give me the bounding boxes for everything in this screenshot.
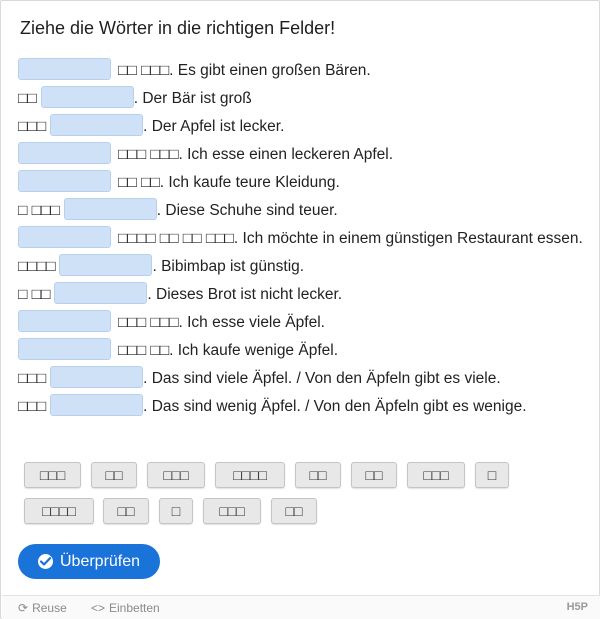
drop-zone[interactable] (50, 394, 144, 416)
sentence-text: . Dieses Brot ist nicht lecker. (147, 286, 343, 303)
h5p-logo[interactable]: H5P (567, 601, 588, 613)
draggable-word[interactable]: □□□ (203, 498, 261, 524)
sentence-text: □□□ □□. Ich kaufe wenige Äpfel. (118, 342, 338, 359)
sentence-prefix: □ □□□ (18, 202, 60, 219)
sentence-prefix: □□□ (18, 118, 47, 135)
draggable-word[interactable]: □□□ (407, 462, 465, 488)
sentence-prefix: □□□□ (18, 258, 56, 275)
sentence-text: □□ □□□. Es gibt einen großen Bären. (118, 62, 371, 79)
sentence-prefix: □□□ (18, 370, 47, 387)
sentence-3: □□□ . Der Apfel ist lecker. (18, 113, 584, 141)
draggable-word[interactable]: □□ (351, 462, 397, 488)
sentence-10: □□□ □□□. Ich esse viele Äpfel. (18, 309, 584, 337)
sentence-12: □□□ . Das sind viele Äpfel. / Von den Äpf… (18, 365, 584, 393)
drop-zone[interactable] (18, 170, 111, 192)
drop-zone[interactable] (18, 142, 111, 164)
drop-zone[interactable] (40, 86, 134, 108)
check-button[interactable]: Überprüfen (18, 544, 160, 579)
sentence-9: □ □□ . Dieses Brot ist nicht lecker. (18, 281, 584, 309)
reuse-label: Reuse (32, 601, 67, 615)
code-icon: <> (91, 601, 106, 615)
drop-zone[interactable] (63, 198, 157, 220)
drop-zone[interactable] (59, 254, 153, 276)
draggable-word[interactable]: □ (475, 462, 509, 488)
sentence-8: □□□□ . Bibimbap ist günstig. (18, 253, 584, 281)
drop-zone[interactable] (18, 226, 111, 248)
sentence-text: . Bibimbap ist günstig. (152, 258, 305, 275)
drop-zone[interactable] (18, 58, 111, 80)
draggable-word[interactable]: □□ (271, 498, 317, 524)
task-title: Ziehe die Wörter in die richtigen Felder… (20, 18, 336, 38)
draggable-word[interactable]: □□ (103, 498, 149, 524)
sentence-11: □□□ □□. Ich kaufe wenige Äpfel. (18, 337, 584, 365)
draggable-word[interactable]: □□□ (24, 462, 81, 488)
draggable-word[interactable]: □□□□ (24, 498, 94, 524)
embed-label: Einbetten (109, 601, 160, 615)
draggable-word[interactable]: □□□□ (215, 462, 285, 488)
draggable-word[interactable]: □□ (91, 462, 137, 488)
drop-zone[interactable] (18, 338, 111, 360)
check-button-label: Überprüfen (60, 553, 141, 570)
sentence-text: . Das sind viele Äpfel. / Von den Äpfeln… (143, 370, 501, 387)
reuse-icon: ⟳ (18, 601, 29, 615)
sentence-prefix: □□ (18, 90, 37, 107)
check-circle-icon (38, 554, 53, 569)
drop-zone[interactable] (50, 114, 144, 136)
sentence-text: □□□ □□□. Ich esse einen leckeren Apfel. (118, 146, 394, 163)
sentence-text: □□□□ □□ □□ □□□. Ich möchte in einem güns… (118, 230, 583, 247)
draggable-word[interactable]: □□□ (147, 462, 205, 488)
sentence-13: □□□ . Das sind wenig Äpfel. / Von den Äpf… (18, 393, 584, 421)
sentence-5: □□ □□. Ich kaufe teure Kleidung. (18, 169, 584, 197)
sentence-2: □□ . Der Bär ist groß (18, 85, 584, 113)
draggable-word[interactable]: □□ (295, 462, 341, 488)
sentence-6: □ □□□ . Diese Schuhe sind teuer. (18, 197, 584, 225)
drop-zone[interactable] (54, 282, 148, 304)
sentence-text: . Diese Schuhe sind teuer. (156, 202, 338, 219)
embed-link[interactable]: <> Einbetten (91, 601, 160, 615)
sentence-prefix: □ □□ (18, 286, 51, 303)
sentence-prefix: □□□ (18, 398, 47, 415)
sentence-text: . Das sind wenig Äpfel. / Von den Äpfeln… (143, 398, 527, 415)
sentence-text: . Der Bär ist groß (133, 90, 252, 107)
sentence-7: □□□□ □□ □□ □□□. Ich möchte in einem güns… (18, 225, 584, 253)
sentence-text: . Der Apfel ist lecker. (143, 118, 285, 135)
sentence-4: □□□ □□□. Ich esse einen leckeren Apfel. (18, 141, 584, 169)
drop-zone[interactable] (50, 366, 144, 388)
sentence-text: □□ □□. Ich kaufe teure Kleidung. (118, 174, 340, 191)
draggable-word[interactable]: □ (159, 498, 193, 524)
reuse-link[interactable]: ⟳ Reuse (18, 601, 67, 615)
sentence-1: □□ □□□. Es gibt einen großen Bären. (18, 57, 584, 85)
sentence-text: □□□ □□□. Ich esse viele Äpfel. (118, 314, 325, 331)
h5p-drag-text-frame: Ziehe die Wörter in die richtigen Felder… (0, 0, 600, 619)
sentence-list: □□ □□□. Es gibt einen großen Bären. □□ . … (18, 57, 584, 421)
footer-bar: ⟳ Reuse <> Einbetten H5P (2, 595, 600, 619)
drop-zone[interactable] (18, 310, 111, 332)
